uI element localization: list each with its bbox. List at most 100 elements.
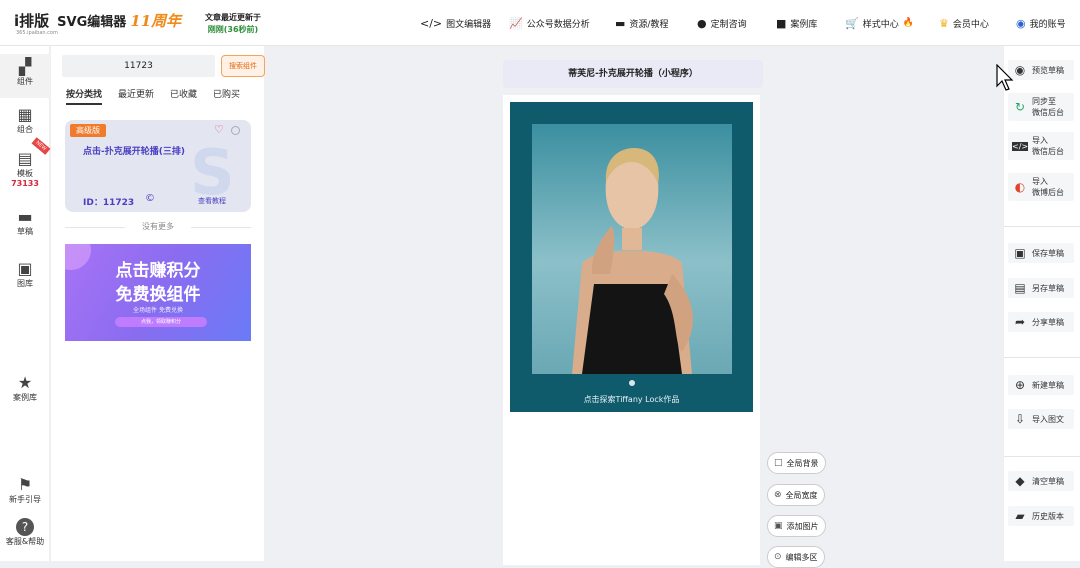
clear-draft-button[interactable]: ◆ 清空草稿 — [1008, 471, 1074, 491]
button-label: 另存草稿 — [1032, 283, 1064, 293]
nav-label: 公众号数据分析 — [526, 19, 590, 30]
logo-text: i排版 — [14, 12, 50, 30]
component-card[interactable]: S 高级版 ♡ 点击-扑克展开轮播(三排) ID：11723 © 查看教程 — [65, 120, 251, 212]
code-icon: </> — [420, 16, 443, 30]
import-wechat-button[interactable]: </> 导入 微信后台 — [1008, 132, 1074, 160]
plus-icon: ⊕ — [1014, 378, 1026, 392]
rail-item-cases[interactable]: ★ 案例库 — [0, 374, 50, 403]
nav-graphic-editor[interactable]: </> 图文编辑器 — [420, 0, 491, 46]
sync-wechat-button[interactable]: ↻ 同步至 微信后台 — [1008, 93, 1074, 121]
cart-icon: 🛒 — [845, 16, 859, 30]
import-icon: ⇩ — [1014, 412, 1026, 426]
left-rail: ▞ 组件 ▦ 组合 NEW ▤ 模板 73133 ▬ 草稿 ▣ 图库 ★ 案例库… — [0, 46, 51, 561]
nav-my-account[interactable]: ◉ 我的账号 — [1016, 0, 1066, 46]
carousel-dot[interactable] — [629, 380, 635, 386]
update-time: 刚刚(36秒前) — [207, 25, 259, 34]
user-icon: ◉ — [1016, 16, 1026, 30]
nav-label: 样式中心 — [862, 19, 899, 30]
tab-favorites[interactable]: 已收藏 — [170, 87, 197, 105]
nav-data-analysis[interactable]: 📈 公众号数据分析 — [509, 0, 590, 46]
select-circle-icon[interactable] — [231, 126, 240, 135]
rail-label: 模板 — [17, 169, 33, 178]
folder-icon: ▬ — [17, 207, 33, 226]
rail-item-help[interactable]: ? 客服&帮助 — [0, 518, 50, 547]
save-as-button[interactable]: ▤ 另存草稿 — [1008, 278, 1074, 298]
weibo-icon: ◐ — [1014, 180, 1026, 194]
nav-resources[interactable]: ▬ 资源/教程 — [615, 0, 668, 46]
tab-by-category[interactable]: 按分类找 — [66, 87, 103, 105]
photo-frame — [532, 124, 732, 374]
banner-line2: 免费换组件 — [115, 285, 201, 305]
logo-subtext: 365.ipaiban.com — [16, 30, 58, 36]
search-input[interactable]: 11723 — [62, 55, 215, 77]
headset-icon: ● — [697, 16, 707, 30]
rail-item-components[interactable]: ▞ 组件 — [0, 54, 50, 98]
no-more-label: 没有更多 — [65, 221, 251, 232]
book-icon: ■ — [776, 16, 787, 30]
divider — [1004, 357, 1080, 358]
rail-item-drafts[interactable]: ▬ 草稿 — [0, 208, 50, 237]
anniversary-badge: 11周年 — [130, 12, 182, 30]
tab-recent[interactable]: 最近更新 — [118, 87, 154, 105]
import-article-button[interactable]: ⇩ 导入图文 — [1008, 409, 1074, 429]
import-weibo-button[interactable]: ◐ 导入 微博后台 — [1008, 173, 1074, 201]
rail-item-guide[interactable]: ⚑ 新手引导 — [0, 476, 50, 505]
button-label: 分享草稿 — [1032, 317, 1064, 327]
button-label: 同步至 微信后台 — [1032, 97, 1064, 117]
share-draft-button[interactable]: ➦ 分享草稿 — [1008, 312, 1074, 332]
button-label: 导入图文 — [1032, 414, 1064, 424]
card-title: 点击-扑克展开轮播(三排) — [83, 147, 185, 157]
button-label: 全局宽度 — [785, 490, 818, 500]
new-draft-button[interactable]: ⊕ 新建草稿 — [1008, 375, 1074, 395]
eye-icon: ◉ — [1014, 63, 1026, 77]
banner-line3: 全场组件 免费兑换 — [133, 307, 183, 314]
rail-label: 图库 — [17, 279, 33, 288]
heart-icon[interactable]: ♡ — [214, 123, 224, 136]
rail-item-gallery[interactable]: ▣ 图库 — [0, 260, 50, 289]
copy-icon[interactable]: © — [145, 193, 155, 204]
rail-item-combos[interactable]: ▦ 组合 — [0, 106, 50, 135]
view-tutorial-link[interactable]: 查看教程 — [198, 196, 226, 206]
points-banner[interactable]: 点击赚积分 免费换组件 全场组件 免费兑换 点我，领取赚积分 — [65, 244, 251, 341]
rail-item-templates[interactable]: NEW ▤ 模板 73133 — [0, 137, 51, 188]
global-width-button[interactable]: ⊗ 全局宽度 — [767, 484, 825, 506]
update-label: 文章最近更新于 — [205, 13, 261, 22]
nav-case-library[interactable]: ■ 案例库 — [776, 0, 817, 46]
tab-purchased[interactable]: 已购买 — [213, 87, 240, 105]
global-background-button[interactable]: □ 全局背景 — [767, 452, 826, 474]
history-version-button[interactable]: ▰ 历史版本 — [1008, 506, 1074, 526]
history-icon: ▰ — [1015, 509, 1025, 523]
document-title[interactable]: 蒂芙尼-扑克展开轮播（小程序） — [503, 60, 763, 88]
nav-label: 定制咨询 — [710, 19, 747, 30]
grid-icon: ▦ — [17, 105, 33, 124]
preview-draft-button[interactable]: ◉ 预览草稿 — [1008, 60, 1074, 80]
close-circle-icon: ⊗ — [774, 490, 782, 500]
photo-caption: 点击探索Tiffany Lock作品 — [583, 395, 680, 404]
carousel-image[interactable]: 点击探索Tiffany Lock作品 — [510, 102, 753, 412]
save-draft-button[interactable]: ▣ 保存草稿 — [1008, 243, 1074, 263]
nav-custom-consult[interactable]: ● 定制咨询 — [697, 0, 747, 46]
button-label: 新建草稿 — [1032, 380, 1064, 390]
fire-icon: 🔥 — [902, 18, 914, 28]
sync-icon: ↻ — [1014, 100, 1026, 114]
portrait-illustration — [572, 148, 693, 374]
rail-label: 草稿 — [17, 227, 33, 236]
chart-icon: 📈 — [509, 16, 523, 30]
logo[interactable]: i排版 365.ipaiban.com SVG编辑器 11周年 — [14, 10, 182, 36]
edit-area-button[interactable]: ⊙ 编辑多区 — [767, 546, 825, 568]
nav-style-center[interactable]: 🛒 样式中心 🔥 — [845, 0, 914, 46]
search-button[interactable]: 搜索组件 — [221, 55, 265, 77]
nav-member-center[interactable]: ♛ 会员中心 — [939, 0, 989, 46]
button-label: 预览草稿 — [1032, 65, 1064, 75]
nav-label: 我的账号 — [1029, 19, 1066, 30]
add-image-button[interactable]: ▣ 添加图片 — [767, 515, 826, 537]
nav-label: 会员中心 — [952, 19, 989, 30]
nav-label: 图文编辑器 — [446, 19, 492, 30]
code-icon: </> — [1012, 141, 1029, 151]
save-as-icon: ▤ — [1014, 281, 1026, 295]
button-label: 添加图片 — [786, 521, 819, 531]
image-icon: ▣ — [17, 259, 33, 278]
rail-label: 新手引导 — [9, 495, 41, 504]
banner-button[interactable]: 点我，领取赚积分 — [115, 317, 207, 327]
button-label: 导入 微博后台 — [1032, 177, 1064, 197]
